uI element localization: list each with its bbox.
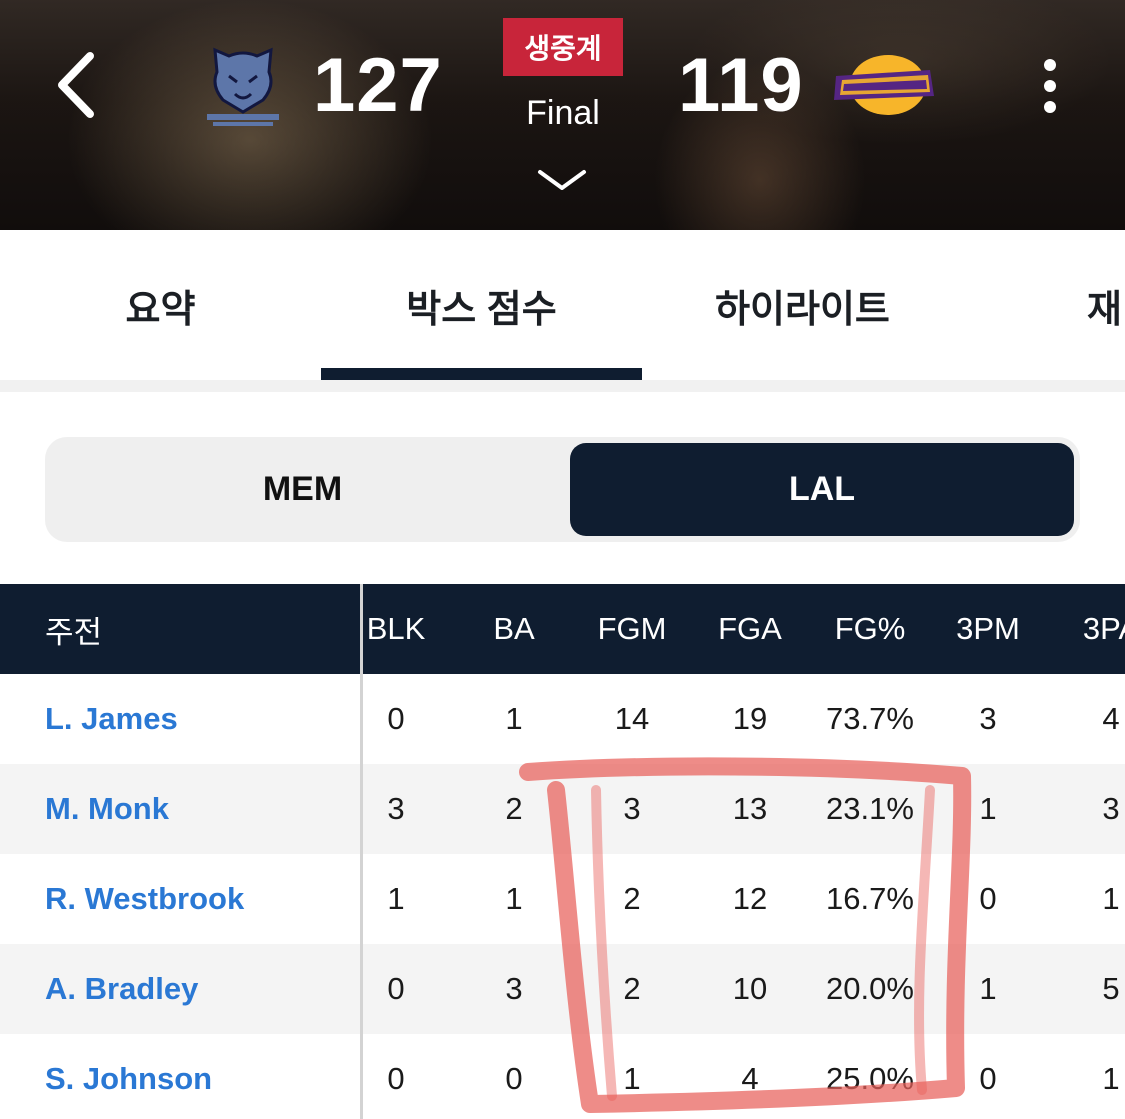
stat-fga: 10 [732,971,768,1006]
lakers-logo-icon [834,55,934,115]
back-button[interactable] [52,50,108,120]
stat-3pa: 1 [1102,1061,1120,1096]
stat-3pa: 3 [1102,791,1120,826]
column-header-3pa[interactable]: 3PA [1056,584,1125,674]
player-link[interactable]: L. James [45,674,178,764]
table-row: R. Westbrook 1 1 2 12 16.7% 0 1 [0,854,1125,944]
tab-box-score[interactable]: 박스 점수 [321,230,642,380]
stat-3pm: 0 [979,1061,997,1096]
chevron-down-icon [538,170,586,190]
more-options-button[interactable] [1030,56,1070,116]
stat-fgm: 2 [623,881,641,916]
stat-ba: 3 [505,971,523,1006]
table-header: 주전 BLK BA FGM FGA FG% 3PM 3PA [0,584,1125,674]
stat-ba: 2 [505,791,523,826]
stat-fgm: 3 [623,791,641,826]
stat-fg-pct: 25.0% [826,1061,914,1096]
table-row: S. Johnson 0 0 1 4 25.0% 0 1 [0,1034,1125,1119]
box-score-table: 주전 BLK BA FGM FGA FG% 3PM 3PA L. James 0… [0,584,1125,1119]
table-row: M. Monk 3 2 3 13 23.1% 1 3 [0,764,1125,854]
stat-fga: 13 [732,791,768,826]
stat-fg-pct: 23.1% [826,791,914,826]
stat-3pa: 4 [1102,701,1120,736]
column-header-3pm[interactable]: 3PM [938,584,1038,674]
stat-ba: 1 [505,701,523,736]
expand-button[interactable] [536,166,588,196]
tab-bar: 요약 박스 점수 하이라이트 재 [0,230,1125,380]
stat-ba: 0 [505,1061,523,1096]
player-link[interactable]: M. Monk [45,764,169,854]
section-divider [0,380,1125,392]
stat-fgm: 14 [614,701,650,736]
away-team-logo[interactable] [830,52,938,118]
active-tab-indicator [321,368,642,380]
stat-3pa: 5 [1102,971,1120,1006]
player-link[interactable]: A. Bradley [45,944,198,1034]
table-row: A. Bradley 0 3 2 10 20.0% 1 5 [0,944,1125,1034]
tab-highlights[interactable]: 하이라이트 [642,230,963,380]
stat-3pm: 1 [979,791,997,826]
stat-3pa: 1 [1102,881,1120,916]
stat-fg-pct: 16.7% [826,881,914,916]
stat-fgm: 1 [623,1061,641,1096]
stat-fga: 19 [732,701,768,736]
chevron-left-icon [58,52,94,118]
stat-3pm: 1 [979,971,997,1006]
team-option-mem[interactable]: MEM [45,443,560,536]
table-row: L. James 0 1 14 19 73.7% 3 4 [0,674,1125,764]
tab-partial[interactable]: 재 [1087,230,1125,380]
grizzlies-logo-icon [207,47,279,126]
stat-fg-pct: 20.0% [826,971,914,1006]
frozen-column-divider [360,584,363,1119]
more-vertical-icon [1044,59,1056,71]
player-link[interactable]: S. Johnson [45,1034,212,1119]
column-header-fg-pct[interactable]: FG% [805,584,935,674]
tab-summary[interactable]: 요약 [0,230,321,380]
column-header-fga[interactable]: FGA [700,584,800,674]
team-option-lal[interactable]: LAL [570,443,1074,536]
game-status: Final [526,94,600,132]
stat-ba: 1 [505,881,523,916]
column-header-starters[interactable]: 주전 [45,584,102,674]
game-header: 127 생중계 Final 119 [0,0,1125,230]
home-score: 127 [313,43,443,128]
stat-fga: 4 [741,1061,759,1096]
player-link[interactable]: R. Westbrook [45,854,244,944]
live-badge[interactable]: 생중계 [503,18,623,76]
away-score: 119 [678,43,804,128]
home-team-logo[interactable] [205,42,281,128]
stat-fgm: 2 [623,971,641,1006]
column-header-fgm[interactable]: FGM [582,584,682,674]
stat-fg-pct: 73.7% [826,701,914,736]
stat-3pm: 3 [979,701,997,736]
team-toggle: MEM LAL [45,437,1080,542]
stat-fga: 12 [732,881,768,916]
column-header-ba[interactable]: BA [464,584,564,674]
stat-3pm: 0 [979,881,997,916]
